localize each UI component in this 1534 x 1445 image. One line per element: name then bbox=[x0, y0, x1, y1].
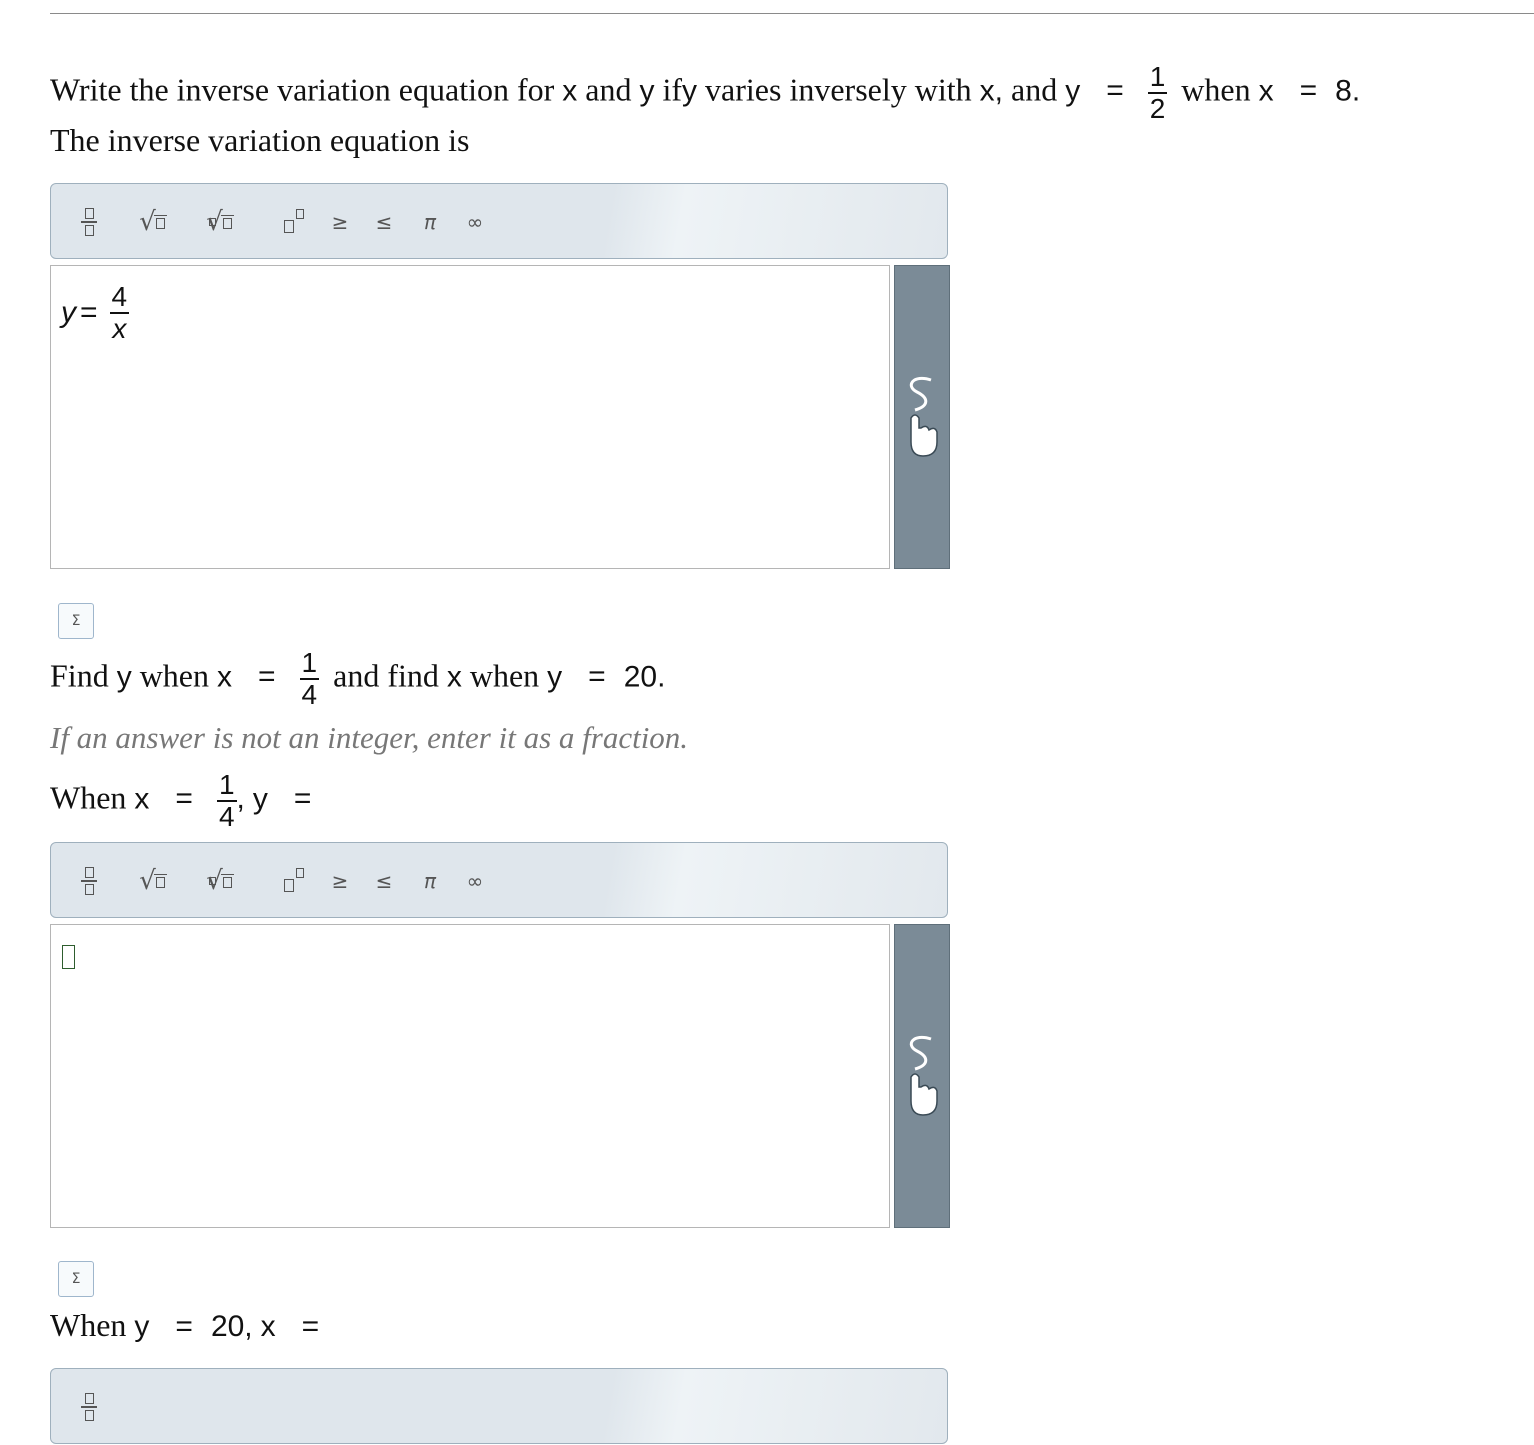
handwriting-icon bbox=[909, 377, 938, 457]
exponent-icon[interactable] bbox=[279, 184, 309, 260]
infinity-button[interactable]: ∞ bbox=[461, 843, 489, 919]
handwriting-panel[interactable] bbox=[894, 924, 950, 1228]
answer-prompt: The inverse variation equation is bbox=[50, 122, 470, 158]
answer-editor-equation[interactable]: y = 4x bbox=[50, 265, 890, 569]
square-root-icon[interactable]: √ bbox=[131, 843, 175, 919]
fraction-hint: If an answer is not an integer, enter it… bbox=[50, 720, 689, 755]
handwriting-panel[interactable] bbox=[894, 265, 950, 569]
nth-root-icon[interactable]: √ bbox=[197, 184, 243, 260]
math-toolbar: √ √ ≥ ≤ π ∞ bbox=[50, 842, 948, 918]
math-toolbar: √ √ ≥ ≤ π ∞ bbox=[50, 183, 948, 259]
infinity-button[interactable]: ∞ bbox=[461, 184, 489, 260]
fraction-template-icon[interactable] bbox=[77, 843, 101, 919]
part3-prompt: When y = 20, x = bbox=[50, 1307, 320, 1343]
sigma-button[interactable]: Σ bbox=[58, 1261, 94, 1297]
fraction-template-icon[interactable] bbox=[77, 1369, 101, 1445]
handwriting-icon bbox=[909, 1036, 938, 1116]
sigma-button[interactable]: Σ bbox=[58, 603, 94, 639]
nth-root-icon[interactable]: √ bbox=[197, 843, 243, 919]
geq-button[interactable]: ≥ bbox=[329, 184, 351, 260]
part2-question: Find y when x = 1 4 and find x when y = 20. bbox=[50, 647, 666, 710]
input-placeholder-box bbox=[62, 945, 75, 969]
leq-button[interactable]: ≤ bbox=[373, 184, 395, 260]
math-toolbar bbox=[50, 1368, 948, 1444]
fraction-one-half: 12 bbox=[1147, 61, 1168, 124]
part2-prompt: When x = 1 4, y = bbox=[50, 769, 312, 832]
question-text: Write the inverse variation equation for… bbox=[50, 61, 1361, 124]
fraction-one-quarter: 14 bbox=[299, 647, 320, 710]
entered-equation: y = 4x bbox=[61, 281, 130, 344]
exponent-icon[interactable] bbox=[279, 843, 309, 919]
pi-button[interactable]: π bbox=[419, 843, 441, 919]
fraction-template-icon[interactable] bbox=[77, 184, 101, 260]
leq-button[interactable]: ≤ bbox=[373, 843, 395, 919]
top-divider bbox=[50, 13, 1534, 14]
square-root-icon[interactable]: √ bbox=[131, 184, 175, 260]
geq-button[interactable]: ≥ bbox=[329, 843, 351, 919]
pi-button[interactable]: π bbox=[419, 184, 441, 260]
fraction-one-quarter: 14 bbox=[216, 769, 237, 832]
answer-editor-y[interactable] bbox=[50, 924, 890, 1228]
